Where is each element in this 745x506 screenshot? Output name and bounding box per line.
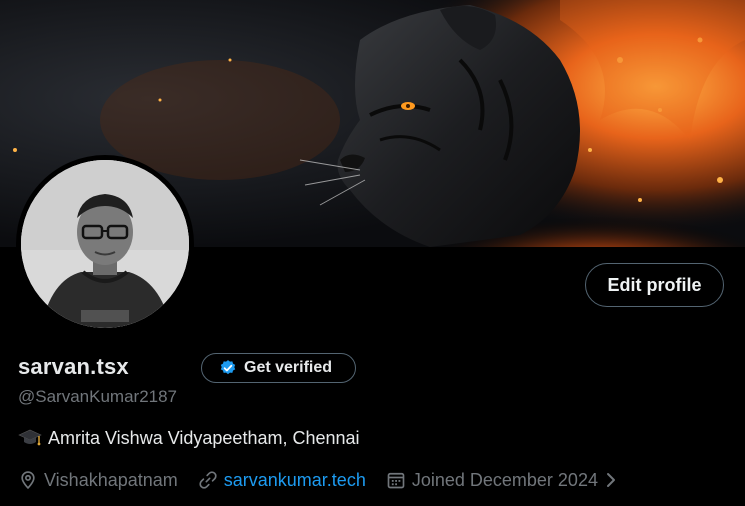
bio: Amrita Vishwa Vidyapeetham, Chennai	[18, 427, 360, 449]
avatar-frame[interactable]	[16, 155, 194, 333]
calendar-icon	[386, 470, 406, 490]
website-link[interactable]: sarvankumar.tech	[224, 470, 366, 491]
bio-text: Amrita Vishwa Vidyapeetham, Chennai	[48, 427, 360, 448]
graduation-cap-icon	[18, 427, 42, 449]
display-name: sarvan.tsx	[18, 354, 129, 379]
avatar-photo	[21, 160, 189, 328]
website-item[interactable]: sarvankumar.tech	[198, 470, 366, 491]
joined-item: Joined December 2024	[386, 470, 598, 491]
joined-text: Joined December 2024	[411, 469, 598, 490]
location-pin-icon	[18, 470, 38, 490]
avatar[interactable]	[21, 160, 189, 328]
profile-meta-row: Vishakhapatnam sarvankumar.tech Joined D…	[18, 467, 618, 493]
verified-badge-icon	[219, 359, 237, 377]
username-handle: @SarvanKumar2187	[18, 387, 178, 406]
get-verified-button[interactable]: Get verified	[201, 353, 356, 383]
edit-profile-button[interactable]: Edit profile	[585, 263, 724, 307]
get-verified-label: Get verified	[244, 359, 333, 376]
location-text: Vishakhapatnam	[44, 469, 178, 490]
profile-page: Edit profile sarvan.tsx Get verified @Sa…	[0, 0, 745, 506]
chevron-right-icon[interactable]	[604, 470, 618, 490]
location-item: Vishakhapatnam	[18, 470, 178, 491]
link-icon	[198, 470, 218, 490]
